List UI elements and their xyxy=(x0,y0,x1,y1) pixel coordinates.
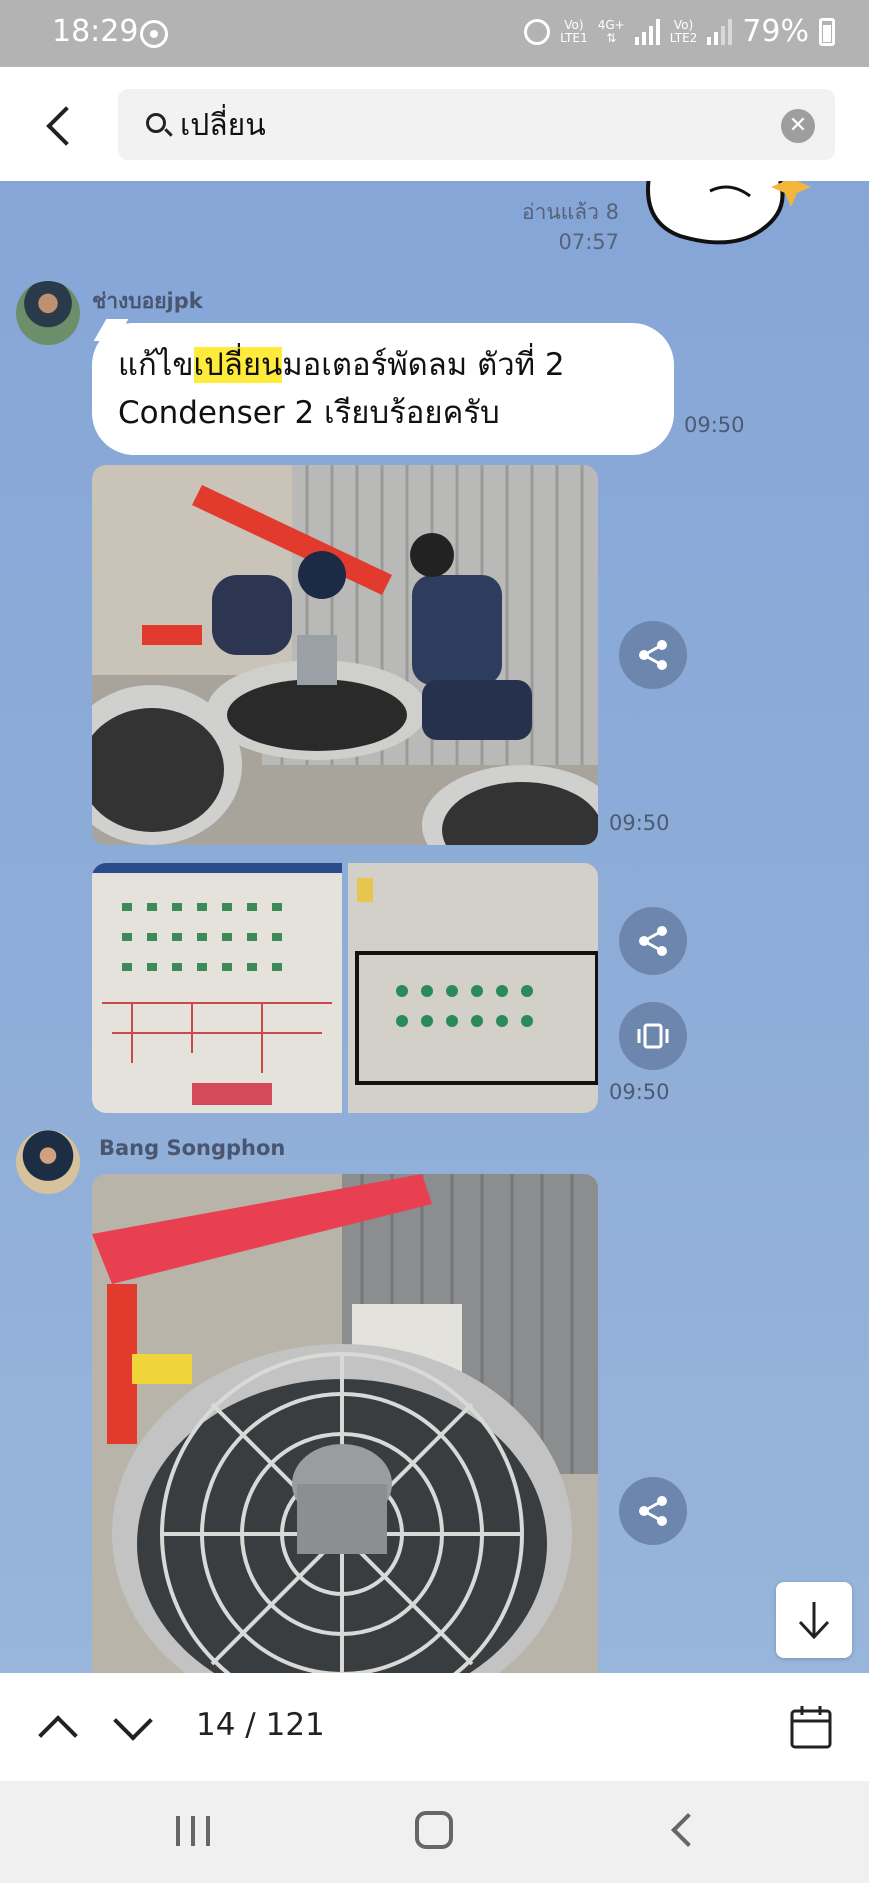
result-counter: 14 / 121 xyxy=(196,1707,325,1743)
sender-name: ช่างบอยjpk xyxy=(92,289,203,313)
message-bubble[interactable]: แก้ไขเปลี่ยนมอเตอร์พัดลม ตัวที่ 2 Conden… xyxy=(92,323,674,455)
recent-apps-button[interactable] xyxy=(176,1816,210,1846)
signal-2-icon xyxy=(707,18,733,45)
photo-message[interactable] xyxy=(92,465,598,845)
avatar[interactable] xyxy=(16,281,80,345)
share-icon xyxy=(639,926,667,956)
share-icon xyxy=(639,1496,667,1526)
message-text: แก้ไข xyxy=(118,347,194,383)
search-highlight: เปลี่ยน xyxy=(193,347,283,383)
system-back-button[interactable] xyxy=(666,1809,696,1851)
status-time: 18:29 xyxy=(52,14,139,49)
battery-percent: 79% xyxy=(742,14,809,49)
search-header: ✕ xyxy=(0,67,869,181)
sim1-volte-label: Vo) LTE1 xyxy=(560,17,588,45)
share-button[interactable] xyxy=(619,1477,687,1545)
calendar-icon xyxy=(790,1706,832,1749)
sticker-image[interactable] xyxy=(640,181,820,261)
message-time: 09:50 xyxy=(609,1080,670,1104)
network-type-label: 4G+ ⇅ xyxy=(597,17,625,45)
avatar[interactable] xyxy=(16,1130,80,1194)
status-icons: Vo) LTE1 4G+ ⇅ Vo) LTE2 79% xyxy=(524,14,835,49)
previous-result-button[interactable] xyxy=(33,1703,83,1753)
next-result-button[interactable] xyxy=(108,1703,158,1753)
message-time: 09:50 xyxy=(609,811,670,835)
search-icon xyxy=(146,113,166,133)
gallery-icon xyxy=(637,1023,669,1049)
sync-icon xyxy=(140,20,168,48)
message-time: 09:50 xyxy=(684,413,745,437)
battery-icon xyxy=(819,17,835,46)
clear-icon[interactable]: ✕ xyxy=(781,109,815,143)
alarm-icon xyxy=(524,18,551,45)
photo-message[interactable] xyxy=(92,1174,598,1673)
read-time: 07:57 xyxy=(558,230,619,254)
back-button[interactable] xyxy=(40,100,80,150)
sender-name: Bang Songphon xyxy=(99,1136,286,1160)
scroll-to-bottom-button[interactable] xyxy=(776,1582,852,1658)
share-icon xyxy=(639,640,667,670)
share-button[interactable] xyxy=(619,621,687,689)
share-button[interactable] xyxy=(619,907,687,975)
chat-area[interactable]: อ่านแล้ว 8 07:57 ช่างบอยjpk แก้ไขเปลี่ยน… xyxy=(0,181,869,1673)
calendar-button[interactable] xyxy=(790,1705,832,1749)
sim2-volte-label: Vo) LTE2 xyxy=(669,17,698,45)
search-input[interactable] xyxy=(180,97,740,153)
home-button[interactable] xyxy=(415,1811,453,1849)
album-view-button[interactable] xyxy=(619,1002,687,1070)
status-bar: 18:29 Vo) LTE1 4G+ ⇅ Vo) LTE2 79% xyxy=(0,0,869,67)
search-box[interactable]: ✕ xyxy=(118,89,835,160)
photo-album[interactable] xyxy=(92,863,598,1113)
signal-icon xyxy=(634,18,660,45)
arrow-down-icon xyxy=(798,1602,830,1640)
read-count: อ่านแล้ว 8 xyxy=(522,200,619,224)
read-receipt: อ่านแล้ว 8 07:57 xyxy=(522,197,619,257)
search-results-bar: 14 / 121 xyxy=(0,1673,869,1781)
system-navigation-bar xyxy=(0,1781,869,1883)
